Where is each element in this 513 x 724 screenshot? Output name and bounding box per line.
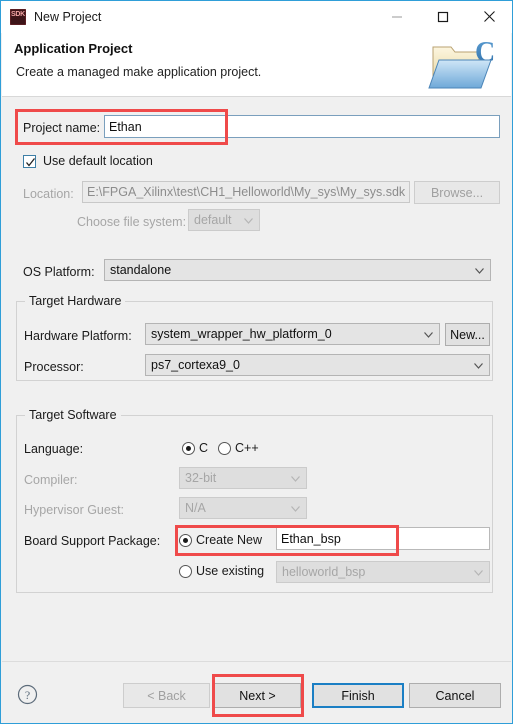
- wizard-header: Application Project Create a managed mak…: [2, 33, 511, 97]
- os-platform-label: OS Platform:: [23, 265, 95, 279]
- bsp-use-existing-label: Use existing: [196, 564, 265, 578]
- os-platform-combo[interactable]: standalone: [104, 259, 491, 281]
- radio-unselected-icon: [218, 441, 231, 455]
- radio-selected-icon: [179, 533, 192, 547]
- checkmark-icon: [23, 154, 36, 168]
- bsp-name-input[interactable]: Ethan_bsp: [276, 527, 490, 550]
- hypervisor-guest-combo: N/A: [179, 497, 307, 519]
- choose-file-system-combo: default: [188, 209, 260, 231]
- browse-button: Browse...: [414, 181, 500, 204]
- language-option-cpp-label: C++: [235, 441, 259, 455]
- maximize-icon: [437, 11, 449, 22]
- new-hardware-platform-button[interactable]: New...: [445, 323, 490, 346]
- use-default-location-label: Use default location: [43, 154, 153, 168]
- c-project-folder-icon: C: [427, 33, 501, 97]
- chevron-down-icon: [474, 358, 483, 372]
- hardware-platform-combo[interactable]: system_wrapper_hw_platform_0: [145, 323, 440, 345]
- hypervisor-guest-label: Hypervisor Guest:: [24, 503, 125, 517]
- next-button[interactable]: Next >: [214, 683, 301, 708]
- chevron-down-icon: [244, 213, 253, 227]
- chevron-down-icon: [474, 565, 483, 579]
- compiler-combo: 32-bit: [179, 467, 307, 489]
- minimize-icon: [392, 16, 402, 17]
- compiler-label: Compiler:: [24, 473, 78, 487]
- page-subtitle: Create a managed make application projec…: [16, 65, 262, 79]
- bsp-create-new-radio[interactable]: Create New: [179, 533, 262, 547]
- language-option-c-label: C: [199, 441, 209, 455]
- bsp-use-existing-radio[interactable]: Use existing: [179, 564, 264, 578]
- maximize-button[interactable]: [420, 1, 466, 32]
- project-name-input[interactable]: Ethan: [104, 115, 500, 138]
- location-label: Location:: [23, 187, 74, 201]
- close-icon: [483, 11, 495, 22]
- title-bar: SDK New Project: [1, 1, 512, 33]
- chevron-down-icon: [475, 263, 484, 277]
- target-hardware-group-title: Target Hardware: [25, 294, 126, 308]
- chevron-down-icon: [291, 501, 300, 515]
- radio-unselected-icon: [179, 564, 192, 578]
- target-software-group-title: Target Software: [25, 408, 121, 422]
- bsp-create-new-label: Create New: [196, 533, 262, 547]
- language-label: Language:: [24, 442, 84, 456]
- sdk-icon-label: SDK: [11, 11, 25, 18]
- bsp-use-existing-combo: helloworld_bsp: [276, 561, 490, 583]
- use-default-location-checkbox[interactable]: Use default location: [23, 154, 153, 168]
- dialog-body: Project name: Ethan Use default location…: [2, 98, 511, 661]
- processor-label: Processor:: [24, 360, 84, 374]
- cancel-button[interactable]: Cancel: [409, 683, 501, 708]
- hardware-platform-label: Hardware Platform:: [24, 329, 132, 343]
- bsp-use-existing-value: helloworld_bsp: [282, 565, 366, 579]
- language-radio-c[interactable]: C: [182, 441, 208, 455]
- chevron-down-icon: [424, 327, 433, 341]
- processor-combo[interactable]: ps7_cortexa9_0: [145, 354, 490, 376]
- finish-button[interactable]: Finish: [312, 683, 404, 708]
- back-button: < Back: [123, 683, 210, 708]
- svg-text:?: ?: [25, 688, 30, 702]
- compiler-value: 32-bit: [185, 471, 217, 485]
- hypervisor-guest-value: N/A: [185, 501, 206, 515]
- choose-file-system-label: Choose file system:: [77, 215, 187, 229]
- hardware-platform-value: system_wrapper_hw_platform_0: [151, 327, 332, 341]
- bsp-label: Board Support Package:: [24, 534, 161, 548]
- minimize-button[interactable]: [374, 1, 420, 32]
- processor-value: ps7_cortexa9_0: [151, 358, 240, 372]
- project-name-label: Project name:: [23, 121, 101, 135]
- chevron-down-icon: [291, 471, 300, 485]
- choose-file-system-value: default: [194, 213, 232, 227]
- language-radio-cpp[interactable]: C++: [218, 441, 259, 455]
- os-platform-value: standalone: [110, 263, 172, 277]
- window-title: New Project: [34, 10, 102, 24]
- help-icon[interactable]: ?: [17, 684, 38, 710]
- location-input: E:\FPGA_Xilinx\test\CH1_Helloworld\My_sy…: [82, 181, 410, 203]
- page-title: Application Project: [14, 41, 133, 56]
- sdk-icon: SDK: [10, 9, 26, 25]
- new-project-dialog: SDK New Project Application Project Crea…: [0, 0, 513, 724]
- radio-selected-icon: [182, 441, 195, 455]
- close-button[interactable]: [466, 1, 512, 32]
